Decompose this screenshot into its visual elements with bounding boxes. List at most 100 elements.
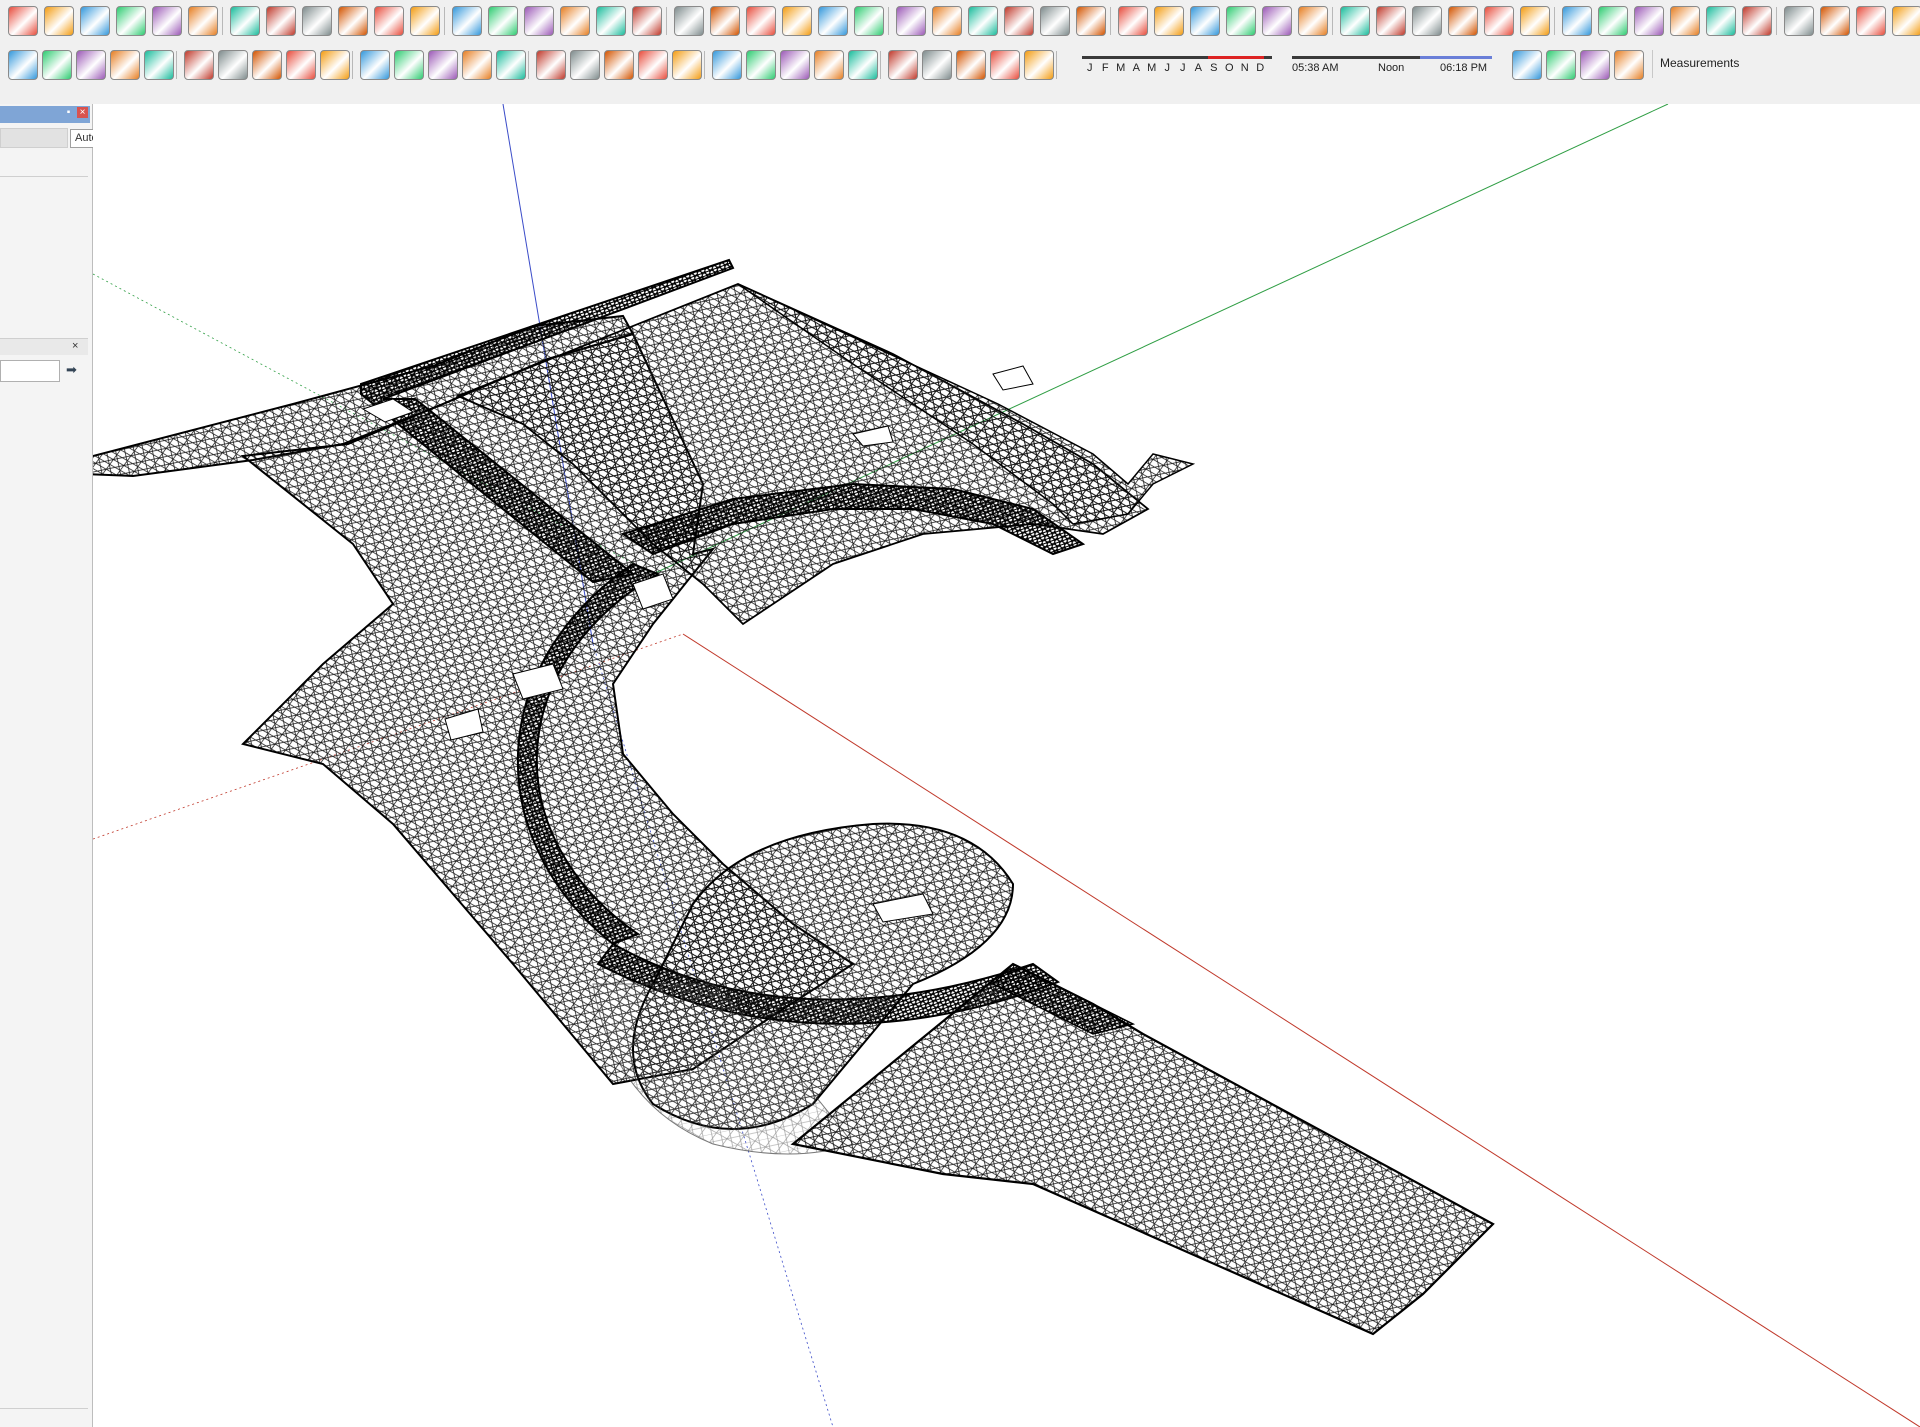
- orbit-icon[interactable]: [1546, 50, 1576, 80]
- smoove-icon[interactable]: [1076, 6, 1106, 36]
- model-canvas[interactable]: [93, 104, 1920, 1427]
- add-detail-icon[interactable]: [1190, 6, 1220, 36]
- cloud-icon[interactable]: [1298, 6, 1328, 36]
- axes-icon[interactable]: [956, 50, 986, 80]
- axes-icon[interactable]: [410, 6, 440, 36]
- section-plane-icon[interactable]: [782, 6, 812, 36]
- 3d-text-icon[interactable]: [990, 50, 1020, 80]
- house-icon[interactable]: [1742, 6, 1772, 36]
- scale-icon[interactable]: [188, 6, 218, 36]
- zoom-icon[interactable]: [1892, 6, 1920, 36]
- tape-measure-icon[interactable]: [302, 6, 332, 36]
- move-icon[interactable]: [1376, 6, 1406, 36]
- view-iso-icon[interactable]: [218, 50, 248, 80]
- text-icon[interactable]: [1634, 6, 1664, 36]
- fog-icon[interactable]: [76, 50, 106, 80]
- zoom-icon[interactable]: [632, 6, 662, 36]
- select-icon[interactable]: [1262, 6, 1292, 36]
- drape-icon[interactable]: [462, 50, 492, 80]
- fog-icon[interactable]: [746, 6, 776, 36]
- flip-edge-icon[interactable]: [1226, 6, 1256, 36]
- move-icon[interactable]: [672, 50, 702, 80]
- offset-icon[interactable]: [266, 6, 296, 36]
- view-front-icon[interactable]: [854, 6, 884, 36]
- search-go-icon[interactable]: ➡: [66, 362, 77, 378]
- stamp-icon[interactable]: [428, 50, 458, 80]
- paint-bucket-icon[interactable]: [1340, 6, 1370, 36]
- rotate-icon[interactable]: [712, 50, 742, 80]
- protractor-icon[interactable]: [338, 6, 368, 36]
- move-icon[interactable]: [116, 6, 146, 36]
- shadow-time-slider[interactable]: 05:38 AM Noon 06:18 PM: [1290, 52, 1496, 78]
- scale-icon[interactable]: [1448, 6, 1478, 36]
- text-icon[interactable]: [922, 50, 952, 80]
- eraser-icon[interactable]: [1512, 50, 1542, 80]
- flip-edge-icon[interactable]: [536, 50, 566, 80]
- eraser-icon[interactable]: [524, 6, 554, 36]
- tape-measure-icon[interactable]: [1562, 6, 1592, 36]
- orbit-icon[interactable]: [560, 6, 590, 36]
- pan-icon[interactable]: [596, 6, 626, 36]
- drape-icon[interactable]: [1154, 6, 1184, 36]
- select-icon[interactable]: [8, 6, 38, 36]
- view-top-icon[interactable]: [144, 50, 174, 80]
- protractor-icon[interactable]: [1598, 6, 1628, 36]
- month-label: M: [1116, 62, 1126, 74]
- 3d-text-icon[interactable]: [1706, 6, 1736, 36]
- terrain-mesh[interactable]: [93, 258, 1495, 1336]
- panel-search-input[interactable]: [0, 360, 60, 382]
- zoom-extents-icon[interactable]: [8, 50, 38, 80]
- select-icon[interactable]: [570, 50, 600, 80]
- panel2-close-icon[interactable]: ×: [72, 340, 78, 352]
- shadow-icon[interactable]: [42, 50, 72, 80]
- stamp-icon[interactable]: [1118, 6, 1148, 36]
- shadow-date-slider[interactable]: JFMAMJJASOND: [1078, 52, 1278, 76]
- sandbox-icon[interactable]: [1040, 6, 1070, 36]
- pan-icon[interactable]: [1856, 6, 1886, 36]
- section-plane-icon[interactable]: [110, 50, 140, 80]
- view-top-icon[interactable]: [818, 6, 848, 36]
- month-label: N: [1240, 62, 1249, 74]
- tape-measure-icon[interactable]: [848, 50, 878, 80]
- cloud-icon[interactable]: [44, 6, 74, 36]
- house-icon[interactable]: [1024, 50, 1054, 80]
- offset-icon[interactable]: [814, 50, 844, 80]
- warehouse-icon[interactable]: [932, 6, 962, 36]
- pushpull-icon[interactable]: [230, 6, 260, 36]
- axes-icon[interactable]: [1670, 6, 1700, 36]
- warehouse-icon[interactable]: [252, 50, 282, 80]
- text-icon[interactable]: [374, 6, 404, 36]
- rotate-icon[interactable]: [152, 6, 182, 36]
- scale-icon[interactable]: [746, 50, 776, 80]
- cloud-icon[interactable]: [604, 50, 634, 80]
- 3d-viewport[interactable]: [93, 104, 1920, 1427]
- extension-icon[interactable]: [286, 50, 316, 80]
- paint-bucket-icon[interactable]: [80, 6, 110, 36]
- rotate-icon[interactable]: [1412, 6, 1442, 36]
- close-icon[interactable]: ×: [77, 107, 88, 118]
- add-detail-icon[interactable]: [496, 50, 526, 80]
- 3d-text-icon[interactable]: [452, 6, 482, 36]
- pushpull-icon[interactable]: [1484, 6, 1514, 36]
- zoom-extents-icon[interactable]: [674, 6, 704, 36]
- panel-tab[interactable]: [0, 128, 68, 148]
- protractor-icon[interactable]: [888, 50, 918, 80]
- smoove-icon[interactable]: [394, 50, 424, 80]
- eraser-icon[interactable]: [1784, 6, 1814, 36]
- pan-icon[interactable]: [1580, 50, 1610, 80]
- zoom-icon[interactable]: [1614, 50, 1644, 80]
- paint-bucket-icon[interactable]: [638, 50, 668, 80]
- shadow-icon[interactable]: [710, 6, 740, 36]
- orbit-icon[interactable]: [1820, 6, 1850, 36]
- pushpull-icon[interactable]: [780, 50, 810, 80]
- view-iso-icon[interactable]: [896, 6, 926, 36]
- scene-play-icon[interactable]: [320, 50, 350, 80]
- offset-icon[interactable]: [1520, 6, 1550, 36]
- house-icon[interactable]: [488, 6, 518, 36]
- view-front-icon[interactable]: [184, 50, 214, 80]
- toolbar-separator: [222, 7, 223, 35]
- scene-play-icon[interactable]: [1004, 6, 1034, 36]
- pin-icon[interactable]: ▪: [63, 107, 74, 118]
- extension-icon[interactable]: [968, 6, 998, 36]
- sandbox-icon[interactable]: [360, 50, 390, 80]
